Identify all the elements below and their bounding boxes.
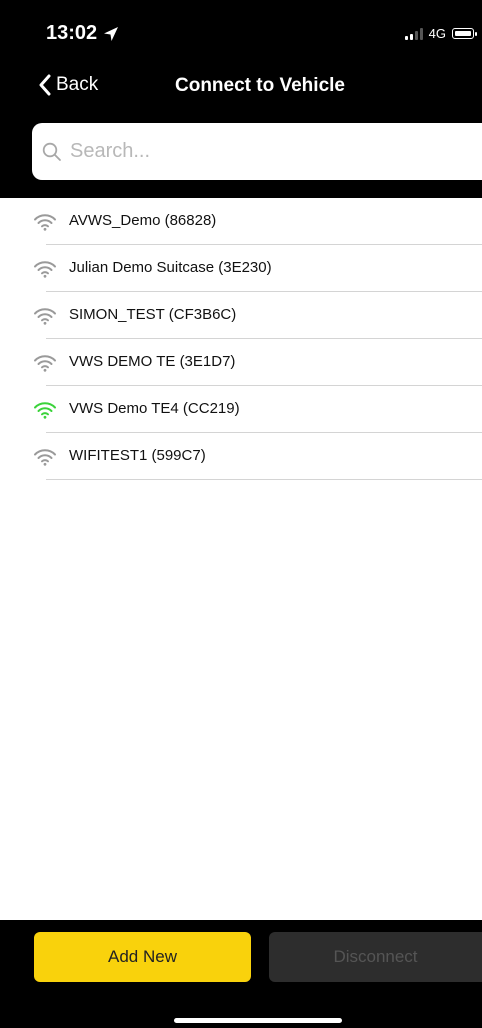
wifi-icon [34,214,56,231]
add-new-button[interactable]: Add New [34,932,251,982]
vehicle-row[interactable]: Julian Demo Suitcase (3E230) [0,245,482,292]
wifi-icon [34,402,56,419]
status-indicators: 4G [404,26,477,41]
vehicle-list: AVWS_Demo (86828) Julian Demo Suitcase (… [0,198,482,480]
wifi-icon [34,355,56,372]
vehicle-name: AVWS_Demo (86828) [69,212,217,229]
vehicle-row[interactable]: VWS Demo TE4 (CC219) [0,386,482,433]
vehicle-row[interactable]: VWS DEMO TE (3E1D7) [0,339,482,386]
vehicle-name: VWS Demo TE4 (CC219) [69,400,240,417]
vehicle-row[interactable]: SIMON_TEST (CF3B6C) [0,292,482,339]
row-divider [46,479,482,480]
wifi-icon [34,308,56,325]
wifi-icon [34,261,56,278]
navigation-bar: Back Connect to Vehicle [0,66,482,106]
cellular-signal-icon [404,27,423,40]
bottom-action-bar: Add New Disconnect [0,920,482,1028]
home-indicator[interactable] [174,1018,342,1023]
search-bar[interactable] [32,123,482,180]
network-label: 4G [428,26,446,41]
search-input[interactable] [68,139,452,164]
wifi-icon [34,449,56,466]
vehicle-row[interactable]: WIFITEST1 (599C7) [0,433,482,480]
vehicle-row[interactable]: AVWS_Demo (86828) [0,198,482,245]
status-time: 13:02 [46,22,119,45]
location-arrow-icon [104,26,119,41]
battery-icon [452,28,477,39]
header-bar: 13:02 4G Back Connect to Vehicle [0,0,482,198]
time-label: 13:02 [46,22,98,44]
vehicle-name: WIFITEST1 (599C7) [69,447,206,464]
vehicle-name: VWS DEMO TE (3E1D7) [69,353,236,370]
vehicle-name: SIMON_TEST (CF3B6C) [69,306,237,323]
search-icon [42,142,61,161]
disconnect-button[interactable]: Disconnect [269,932,482,982]
page-title: Connect to Vehicle [175,75,345,96]
vehicle-name: Julian Demo Suitcase (3E230) [69,259,272,276]
